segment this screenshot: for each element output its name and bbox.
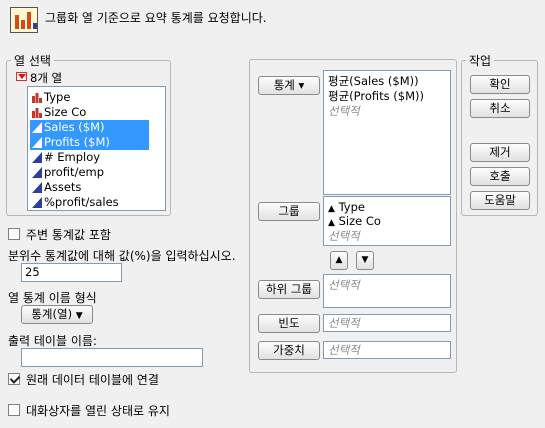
weight-role-list[interactable]: 선택적: [323, 341, 451, 359]
stats-role-list[interactable]: 평균(Sales ($M)) 평균(Profits ($M)) 선택적: [323, 70, 451, 195]
freq-role-list[interactable]: 선택적: [323, 314, 451, 332]
subgroup-placeholder: 선택적: [328, 278, 360, 292]
column-item-profits[interactable]: Profits ($M): [30, 135, 149, 150]
group-button[interactable]: 그룹: [258, 202, 320, 221]
column-item-label: Sales ($M): [44, 120, 105, 134]
chevron-down-icon: ▼: [75, 311, 83, 321]
column-count-toggle[interactable]: 8개 열: [16, 70, 96, 85]
summary-platform-icon: [10, 7, 38, 33]
column-select-legend: 열 선택: [14, 54, 51, 68]
stat-name-format-label: 열 통계 이름 형식: [8, 291, 97, 305]
column-item-label: profit/emp: [44, 165, 105, 179]
freq-button[interactable]: 빈도: [258, 314, 320, 333]
column-item-label: %profit/sales: [44, 195, 119, 209]
stats-item[interactable]: 평균(Profits ($M)): [328, 89, 424, 103]
stats-item[interactable]: 평균(Sales ($M)): [328, 74, 419, 88]
column-count-label: 8개 열: [30, 71, 63, 85]
continuous-triangle-icon: [32, 167, 42, 178]
column-item-size-co[interactable]: Size Co: [30, 105, 149, 120]
column-item-label: Profits ($M): [44, 135, 110, 149]
weight-button[interactable]: 가중치: [258, 341, 320, 360]
nominal-bar-icon: [32, 93, 42, 103]
column-item-type[interactable]: Type: [30, 90, 149, 105]
group-role-list[interactable]: ▲ Type ▲ Size Co 선택적: [323, 196, 451, 246]
group-placeholder: 선택적: [328, 229, 360, 243]
ok-button[interactable]: 확인: [470, 75, 530, 94]
stats-button[interactable]: 통계 ▾: [258, 76, 320, 95]
stat-name-format-dropdown[interactable]: 통계(열) ▼: [21, 305, 93, 324]
cancel-button[interactable]: 취소: [470, 99, 530, 118]
freq-placeholder: 선택적: [328, 316, 360, 330]
weight-placeholder: 선택적: [328, 343, 360, 357]
remove-button[interactable]: 제거: [470, 143, 530, 162]
recall-button[interactable]: 호출: [470, 167, 530, 186]
dialog-description: 그룹화 열 기준으로 요약 통계를 요청합니다.: [45, 11, 267, 25]
column-item-profit-emp[interactable]: profit/emp: [30, 165, 149, 180]
include-marginal-checkbox[interactable]: [8, 228, 20, 240]
continuous-triangle-icon: [32, 182, 42, 193]
disclosure-arrow-icon: [18, 74, 26, 79]
stats-placeholder: 선택적: [328, 104, 360, 118]
move-down-button[interactable]: ▼: [356, 251, 374, 270]
group-item-size-co[interactable]: ▲ Size Co: [328, 214, 381, 230]
link-to-original-checkbox[interactable]: [8, 373, 20, 385]
group-item-label: Size Co: [338, 214, 381, 228]
column-item-assets[interactable]: Assets: [30, 180, 149, 195]
quantile-label: 분위수 통계값에 대해 값(%)을 입력하십시오.: [8, 249, 236, 263]
subgroup-button[interactable]: 하위 그룹: [258, 280, 320, 299]
help-button[interactable]: 도움말: [470, 191, 530, 210]
actions-legend: 작업: [469, 54, 492, 68]
ordinal-icon: ▲: [328, 218, 335, 228]
keep-dialog-open-label: 대화상자를 열린 상태로 유지: [26, 404, 170, 418]
column-item-label: Assets: [44, 180, 82, 194]
column-item-profit-sales[interactable]: %profit/sales: [30, 195, 149, 210]
ordinal-icon: ▲: [328, 204, 335, 214]
column-item-employ[interactable]: # Employ: [30, 150, 149, 165]
column-item-label: Type: [44, 90, 71, 104]
column-item-label: # Employ: [44, 150, 101, 164]
continuous-triangle-icon: [32, 122, 42, 133]
column-item-label: Size Co: [44, 105, 87, 119]
arrow-up-icon: ▲: [335, 255, 343, 265]
link-to-original-label: 원래 데이터 테이블에 연결: [26, 373, 159, 387]
column-list[interactable]: Type Size Co Sales ($M) Profits ($M) # E…: [27, 86, 166, 211]
quantile-input[interactable]: 25: [21, 263, 122, 282]
keep-dialog-open-checkbox[interactable]: [8, 404, 20, 416]
output-table-label: 출력 테이블 이름:: [8, 334, 97, 348]
output-table-input[interactable]: [21, 348, 203, 367]
continuous-triangle-icon: [32, 152, 42, 163]
subgroup-role-list[interactable]: 선택적: [323, 274, 451, 308]
move-up-button[interactable]: ▲: [330, 251, 348, 270]
arrow-down-icon: ▼: [361, 255, 369, 265]
continuous-triangle-icon: [32, 197, 42, 208]
group-item-label: Type: [338, 200, 365, 214]
include-marginal-label: 주변 통계값 포함: [26, 228, 111, 242]
nominal-bar-icon: [32, 108, 42, 118]
continuous-triangle-icon: [32, 137, 42, 148]
column-item-sales[interactable]: Sales ($M): [30, 120, 149, 135]
stat-name-format-value: 통계(열): [31, 307, 73, 321]
